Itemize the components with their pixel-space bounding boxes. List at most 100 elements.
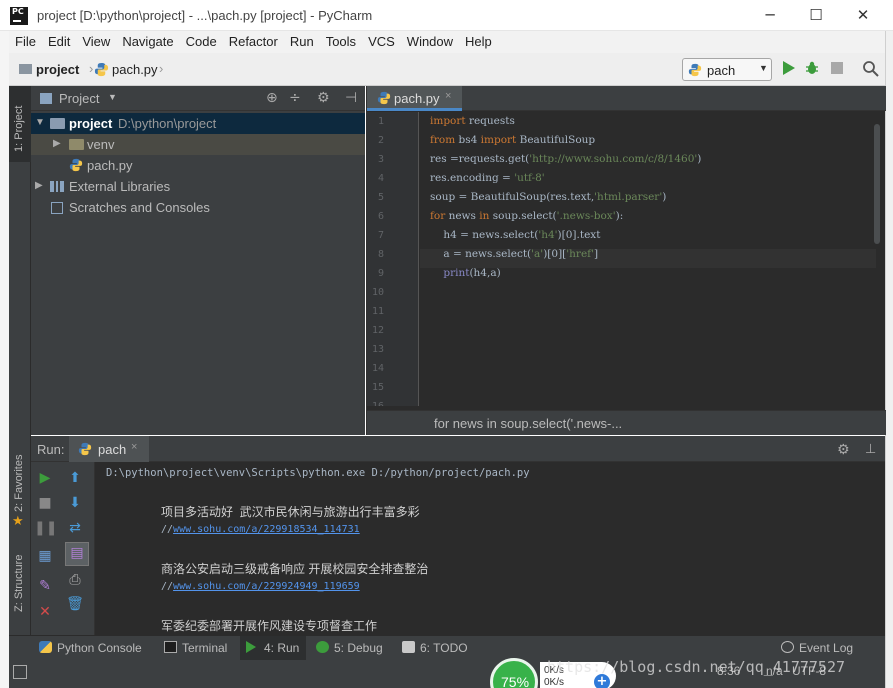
plus-icon[interactable]: + <box>594 674 610 688</box>
pin-tab-icon[interactable]: ✎ <box>34 576 56 596</box>
hide-panel-icon[interactable]: ⊥ <box>865 441 876 457</box>
debug-tool-button[interactable]: 5: Debug <box>316 641 383 655</box>
python-file-icon <box>94 62 109 77</box>
tree-item-label: pach.py <box>87 158 133 173</box>
menu-file[interactable]: File <box>9 31 42 49</box>
trash-icon[interactable]: 🗑 <box>64 594 86 614</box>
code-area[interactable]: import requests from bs4 import Beautifu… <box>420 112 876 406</box>
folder-icon <box>69 139 84 150</box>
project-view-selector[interactable]: Project <box>59 91 99 106</box>
event-log-button[interactable]: Event Log <box>781 641 853 655</box>
code-line: print(h4,a) <box>430 267 501 279</box>
line-number-gutter: 1 2 3 4 5 6 7 8 9 10 11 12 13 14 15 16 <box>367 112 419 406</box>
menu-code[interactable]: Code <box>180 31 223 49</box>
run-button[interactable] <box>783 61 795 75</box>
maximize-button[interactable]: ☐ <box>801 4 831 26</box>
network-load-percent: 75% <box>501 674 530 688</box>
arrow-down-icon[interactable]: ⬇ <box>64 493 86 513</box>
run-configuration-label: pach <box>707 63 736 78</box>
editor-scrollbar[interactable] <box>874 124 880 244</box>
tree-item-label: venv <box>87 137 115 152</box>
tree-item-path: D:\python\project <box>118 116 217 131</box>
close-icon[interactable]: × <box>131 441 137 453</box>
line-number: 13 <box>371 344 384 355</box>
python-file-icon <box>69 158 83 172</box>
stop-icon[interactable]: ■ <box>34 493 56 513</box>
news-link[interactable]: www.sohu.com/a/229918534_114731 <box>173 524 360 535</box>
expanded-arrow-icon[interactable]: ▼ <box>35 117 45 128</box>
debug-bug-icon[interactable] <box>804 60 820 76</box>
stop-button[interactable] <box>831 62 843 74</box>
restore-layout-icon[interactable]: ▦ <box>34 546 56 566</box>
tree-item-scratches[interactable]: Scratches and Consoles <box>31 197 365 218</box>
console-news-title: 商洛公安启动三级戒备响应 开展校园安全排查整治 <box>161 562 429 576</box>
line-number: 15 <box>371 382 384 393</box>
pause-icon[interactable]: ❚❚ <box>34 518 57 538</box>
run-configuration-select[interactable]: pach ▼ <box>682 58 772 81</box>
menu-navigate[interactable]: Navigate <box>116 31 179 49</box>
run-tool-button[interactable]: 4: Run <box>240 636 306 661</box>
breadcrumb-file[interactable]: pach.py <box>112 62 158 77</box>
gear-icon[interactable]: ⚙ <box>317 90 330 106</box>
rerun-icon[interactable]: ▶ <box>34 468 56 488</box>
close-icon[interactable]: × <box>445 90 451 102</box>
breadcrumb-separator: › <box>159 61 164 76</box>
print-icon[interactable]: ⎙ <box>64 570 86 590</box>
minimize-button[interactable]: ─ <box>755 4 785 26</box>
menu-refactor[interactable]: Refactor <box>223 31 284 49</box>
code-line: a = news.select('a')[0]['href'] <box>430 248 599 260</box>
close-icon[interactable]: ✕ <box>34 602 56 622</box>
menu-window[interactable]: Window <box>401 31 459 49</box>
menu-vcs[interactable]: VCS <box>362 31 401 49</box>
python-file-icon <box>78 442 92 456</box>
editor-tab-pach[interactable]: pach.py × <box>367 86 462 111</box>
tree-item-project[interactable]: ▼ project D:\python\project <box>31 113 365 134</box>
code-line: for news in soup.select('.news-box'): <box>430 210 624 222</box>
menu-view[interactable]: View <box>76 31 116 49</box>
close-window-button[interactable]: ✕ <box>848 4 878 26</box>
hide-panel-icon[interactable]: ⊣ <box>345 90 357 106</box>
tree-item-external-libraries[interactable]: ▶ External Libraries <box>31 176 365 197</box>
line-number: 7 <box>377 230 384 241</box>
collapse-all-icon[interactable]: ÷ <box>289 90 301 106</box>
run-tool-window: Run: pach × ⚙ ⊥ ▶ ⬆ ■ ⬇ ❚❚ ⇄ ▦ ▤ ✎ ⎙ ✕ 🗑… <box>31 436 885 635</box>
terminal-button[interactable]: Terminal <box>164 641 227 655</box>
console-command-line: D:\python\project\venv\Scripts\python.ex… <box>106 467 530 479</box>
collapsed-arrow-icon[interactable]: ▶ <box>53 138 61 149</box>
menu-tools[interactable]: Tools <box>320 31 362 49</box>
gear-icon[interactable]: ⚙ <box>837 441 850 458</box>
python-console-button[interactable]: Python Console <box>39 641 142 655</box>
console-output[interactable]: D:\python\project\venv\Scripts\python.ex… <box>96 462 885 635</box>
breadcrumb-project[interactable]: project <box>36 62 79 77</box>
code-editor: pach.py × 1 2 3 4 5 6 7 8 9 10 11 12 13 … <box>366 86 886 435</box>
menu-run[interactable]: Run <box>284 31 320 49</box>
tree-item-pach[interactable]: pach.py <box>31 155 365 176</box>
menu-help[interactable]: Help <box>459 31 498 49</box>
soft-wrap-icon[interactable]: ⇄ <box>64 518 86 538</box>
library-icon <box>50 181 64 192</box>
toggle-tool-windows-icon[interactable] <box>13 665 27 679</box>
editor-breadcrumb[interactable]: for news in soup.select('.news-... <box>367 410 886 435</box>
code-line: h4 = news.select('h4')[0].text <box>430 229 601 241</box>
tool-tab-favorites[interactable]: 2: Favorites ★ <box>9 442 31 542</box>
search-icon[interactable] <box>862 60 880 78</box>
menu-edit[interactable]: Edit <box>42 31 76 49</box>
run-tab-pach[interactable]: pach × <box>69 436 149 462</box>
collapsed-arrow-icon[interactable]: ▶ <box>35 180 43 191</box>
tool-tab-project[interactable]: 1: Project <box>9 86 31 162</box>
chevron-down-icon[interactable]: ▼ <box>108 92 117 102</box>
pycharm-logo-icon: PC <box>10 7 28 25</box>
news-link[interactable]: www.sohu.com/a/229924949_119659 <box>173 581 360 592</box>
scroll-to-end-icon[interactable]: ▤ <box>65 542 89 566</box>
scratches-icon <box>51 202 63 214</box>
title-bar: PC project [D:\python\project] - ...\pac… <box>0 0 893 31</box>
line-number: 1 <box>377 116 384 127</box>
scroll-from-source-icon[interactable]: ⊕ <box>266 90 278 106</box>
arrow-up-icon[interactable]: ⬆ <box>64 468 86 488</box>
editor-breadcrumb-label: for news in soup.select('.news-... <box>434 416 623 431</box>
tree-item-venv[interactable]: ▶ venv <box>31 134 365 155</box>
editor-tab-bar: pach.py × <box>367 86 886 111</box>
tool-tab-structure[interactable]: Z: Structure <box>9 544 31 634</box>
code-line: res.encoding = 'utf-8' <box>430 172 545 184</box>
todo-tool-button[interactable]: 6: TODO <box>402 641 468 655</box>
